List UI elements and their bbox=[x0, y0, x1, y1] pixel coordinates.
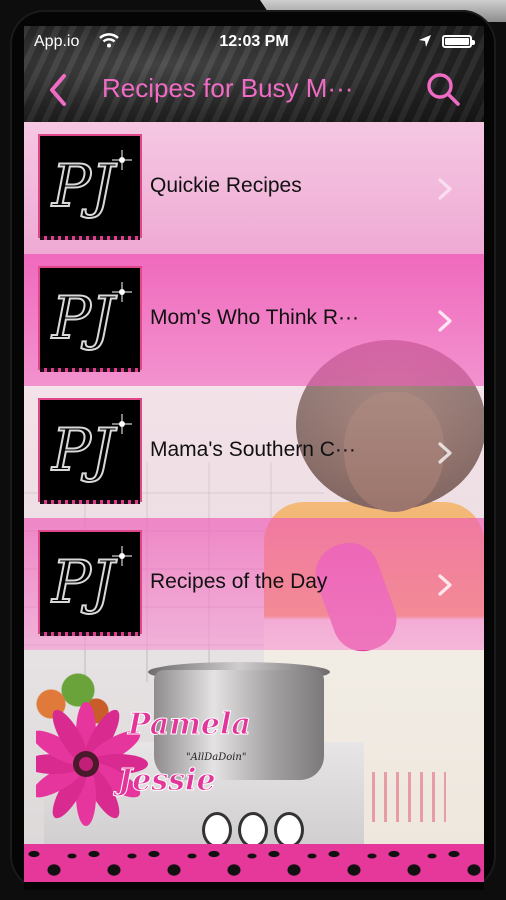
chevron-right-icon bbox=[438, 442, 452, 464]
back-button[interactable] bbox=[42, 68, 82, 112]
chevron-left-icon bbox=[50, 74, 66, 106]
page-title: Recipes for Busy M··· bbox=[102, 73, 354, 103]
chevron-right-icon bbox=[438, 178, 452, 200]
leopard-print-footer bbox=[24, 844, 484, 882]
pj-monogram-icon: PJ bbox=[50, 282, 132, 353]
status-bar: App.io 12:03 PM bbox=[24, 26, 484, 58]
device-bottom-bezel bbox=[24, 882, 484, 890]
list-item-quickie-recipes[interactable]: PJ Quickie Recipes bbox=[24, 122, 484, 254]
brand-tagline: "AllDaDoin" bbox=[186, 752, 246, 763]
pamela-jessie-logo: Pamela "AllDaDoin" Jessie bbox=[36, 702, 251, 826]
brand-name-line2: Jessie bbox=[113, 763, 216, 798]
svg-text:PJ: PJ bbox=[51, 284, 117, 352]
svg-text:PJ: PJ bbox=[51, 548, 117, 616]
list-item-label: Mom's Who Think R··· bbox=[150, 306, 359, 329]
stove-knob bbox=[274, 812, 304, 848]
list-item-label: Quickie Recipes bbox=[150, 174, 302, 197]
navigation-bar: Recipes for Busy M··· bbox=[24, 58, 484, 122]
list-item-label: Recipes of the Day bbox=[150, 570, 328, 593]
list-item-label: Mama's Southern C··· bbox=[150, 438, 356, 461]
svg-text:PJ: PJ bbox=[51, 152, 117, 220]
pj-logo-thumbnail: PJ bbox=[40, 136, 140, 240]
list-item-mamas-southern[interactable]: PJ Mama's Southern C··· bbox=[24, 386, 484, 518]
search-button[interactable] bbox=[422, 68, 466, 112]
svg-text:PJ: PJ bbox=[51, 416, 117, 484]
chevron-right-icon bbox=[438, 574, 452, 596]
top-bar: App.io 12:03 PM Recipes for Busy M··· bbox=[24, 26, 484, 122]
search-icon bbox=[427, 73, 460, 106]
recipe-category-list: PJ Quickie Recipes PJ Mom's Who Think R·… bbox=[24, 122, 484, 650]
pj-logo-thumbnail: PJ bbox=[40, 532, 140, 636]
pj-monogram-icon: PJ bbox=[50, 546, 132, 617]
list-item-recipes-of-the-day[interactable]: PJ Recipes of the Day bbox=[24, 518, 484, 650]
app-screen: App.io 12:03 PM Recipes for Busy M··· PJ… bbox=[24, 26, 484, 882]
status-time: 12:03 PM bbox=[219, 33, 289, 50]
chevron-right-icon bbox=[438, 310, 452, 332]
battery-icon bbox=[442, 35, 475, 48]
pj-monogram-icon: PJ bbox=[50, 150, 132, 221]
pj-logo-thumbnail: PJ bbox=[40, 268, 140, 372]
location-arrow-icon bbox=[419, 35, 431, 47]
list-item-moms-who-think[interactable]: PJ Mom's Who Think R··· bbox=[24, 254, 484, 386]
pj-monogram-icon: PJ bbox=[50, 414, 132, 485]
brand-name-line1: Pamela bbox=[127, 707, 251, 742]
pj-logo-thumbnail: PJ bbox=[40, 400, 140, 504]
